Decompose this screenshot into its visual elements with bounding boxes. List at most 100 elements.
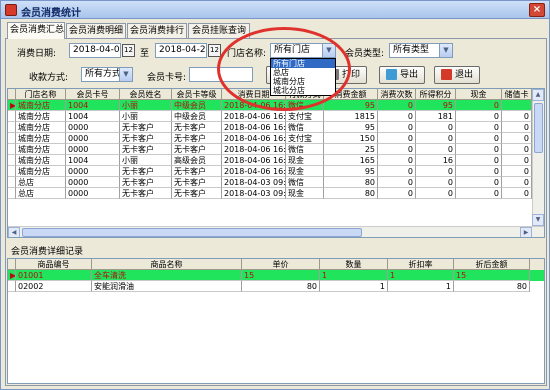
calendar-to-icon[interactable]: 12 [208, 44, 221, 57]
col-header[interactable]: 所得积分 [416, 89, 456, 100]
table-cell: 0 [378, 133, 416, 144]
table-cell: 0000 [66, 166, 120, 177]
table-cell: 0 [456, 144, 502, 155]
table-cell: 无卡客户 [120, 188, 172, 199]
table-cell: 0 [378, 188, 416, 199]
table-row[interactable]: 城南分店0000无卡客户无卡客户2018-04-06 16:28支付宝15000… [8, 133, 544, 144]
table-cell: 80 [324, 177, 378, 188]
vertical-scrollbar[interactable]: ▲ ▼ [532, 89, 544, 227]
table-cell: 0 [378, 100, 416, 111]
table-cell: 微信 [286, 177, 324, 188]
table-cell: 0 [502, 188, 532, 199]
table-cell: 0 [456, 100, 502, 111]
date-to-field[interactable]: 2018-04-20 [155, 43, 207, 58]
table-cell: 0 [456, 133, 502, 144]
tab-ranking[interactable]: 会员消费排行 [127, 23, 187, 39]
table-cell: 95 [416, 100, 456, 111]
table-cell: 无卡客户 [172, 166, 222, 177]
scroll-thumb[interactable] [534, 103, 543, 153]
window-title: 会员消费统计 [21, 8, 81, 19]
table-cell: 中级会员 [172, 100, 222, 111]
table-cell: 16 [416, 155, 456, 166]
horizontal-scrollbar[interactable]: ◀ ▶ [8, 226, 544, 237]
table-row[interactable]: 总店0000无卡客户无卡客户2018-04-03 09:44微信800000 [8, 177, 544, 188]
col-header[interactable]: 现金 [456, 89, 502, 100]
table-cell: 无卡客户 [172, 122, 222, 133]
scroll-right-icon[interactable]: ▶ [520, 227, 532, 237]
table-cell: 1 [388, 270, 454, 281]
tab-detail[interactable]: 会员消费明细 [66, 23, 126, 39]
table-cell: 微信 [286, 122, 324, 133]
table-cell: 小丽 [120, 111, 172, 122]
table-cell: 0000 [66, 188, 120, 199]
table-cell: 01001 [16, 270, 92, 281]
table-row[interactable]: 城南分店0000无卡客户无卡客户2018-04-06 16:33现金950000 [8, 166, 544, 177]
table-row[interactable]: 城南分店0000无卡客户无卡客户2018-04-06 16:29微信250000 [8, 144, 544, 155]
close-button[interactable]: × [529, 3, 545, 17]
table-cell: 全车清洗 [92, 270, 242, 281]
table-cell: 0 [502, 122, 532, 133]
table-cell: 2018-04-06 16:28 [222, 122, 286, 133]
exit-button[interactable]: 退出 [434, 66, 480, 84]
scroll-down-icon[interactable]: ▼ [532, 214, 544, 226]
tab-summary[interactable]: 会员消费汇总 [7, 22, 65, 39]
table-row[interactable]: 城南分店1004小丽高级会员2018-04-06 16:33现金16501600 [8, 155, 544, 166]
table-cell: 1 [320, 281, 388, 292]
table-row[interactable]: 城南分店1004小丽中级会员2018-04-06 16:28支付宝1815018… [8, 111, 544, 122]
table-cell: 2018-04-03 09:44 [222, 188, 286, 199]
table-cell: 2018-04-03 09:44 [222, 177, 286, 188]
chevron-down-icon[interactable]: ▼ [119, 68, 132, 81]
col-header[interactable]: 会员卡号 [66, 89, 120, 100]
table-row[interactable]: 02002 安能润滑油 80 1 1 80 [8, 281, 544, 292]
table-row[interactable]: 城南分店0000无卡客户无卡客户2018-04-06 16:28微信950000 [8, 122, 544, 133]
col-header[interactable]: 会员姓名 [120, 89, 172, 100]
table-cell: 中级会员 [172, 111, 222, 122]
table-cell: 小丽 [120, 155, 172, 166]
table-cell: 无卡客户 [172, 177, 222, 188]
scroll-thumb[interactable] [22, 228, 362, 237]
row-indicator [8, 122, 16, 133]
table-cell: 0 [502, 111, 532, 122]
table-row[interactable]: 总店0000无卡客户无卡客户2018-04-03 09:44现金800000 [8, 188, 544, 199]
table-row[interactable]: ▶ 01001 全车清洗 15 1 1 15 [8, 270, 544, 281]
detail-table[interactable]: 商品编号 商品名称 单价 数量 折扣率 折后金额 ▶ 01001 全车清洗 15 1 1 1… [7, 258, 545, 384]
scroll-left-icon[interactable]: ◀ [8, 227, 20, 237]
table-cell: 0 [502, 155, 532, 166]
col-header[interactable]: 会员卡等级 [172, 89, 222, 100]
table-cell: 0000 [66, 144, 120, 155]
table-cell: 安能润滑油 [92, 281, 242, 292]
col-header[interactable]: 折后金额 [454, 259, 530, 270]
col-header[interactable]: 单价 [242, 259, 320, 270]
table-cell: 95 [324, 122, 378, 133]
table-cell: 现金 [286, 188, 324, 199]
member-type-select[interactable]: 所有类型 ▼ [389, 43, 453, 58]
detail-section-label: 会员消费详细记录 [11, 247, 84, 257]
table-cell: 支付宝 [286, 133, 324, 144]
exit-icon [440, 69, 452, 80]
col-header[interactable]: 商品编号 [16, 259, 92, 270]
col-header[interactable]: 储值卡 [502, 89, 532, 100]
date-to-label: 至 [140, 49, 150, 59]
export-button[interactable]: 导出 [379, 66, 425, 84]
table-cell: 95 [324, 100, 378, 111]
table-cell: 城南分店 [16, 155, 66, 166]
calendar-from-icon[interactable]: 12 [122, 44, 135, 57]
table-cell: 1004 [66, 100, 120, 111]
export-icon [385, 69, 397, 80]
pay-method-label: 收款方式: [29, 73, 69, 83]
col-header[interactable]: 商品名称 [92, 259, 242, 270]
table-cell: 0000 [66, 133, 120, 144]
col-header[interactable]: 门店名称 [16, 89, 66, 100]
table-cell: 0 [416, 144, 456, 155]
chevron-down-icon[interactable]: ▼ [439, 44, 452, 57]
date-from-field[interactable]: 2018-04-01 [69, 43, 121, 58]
col-header[interactable]: 折扣率 [388, 259, 454, 270]
scroll-up-icon[interactable]: ▲ [532, 89, 544, 101]
table-cell: 1004 [66, 155, 120, 166]
table-cell: 0 [378, 111, 416, 122]
col-header[interactable]: 消费次数 [378, 89, 416, 100]
pay-method-select[interactable]: 所有方式 ▼ [81, 67, 133, 82]
col-header[interactable]: 数量 [320, 259, 388, 270]
row-indicator [8, 144, 16, 155]
table-cell: 0 [378, 155, 416, 166]
